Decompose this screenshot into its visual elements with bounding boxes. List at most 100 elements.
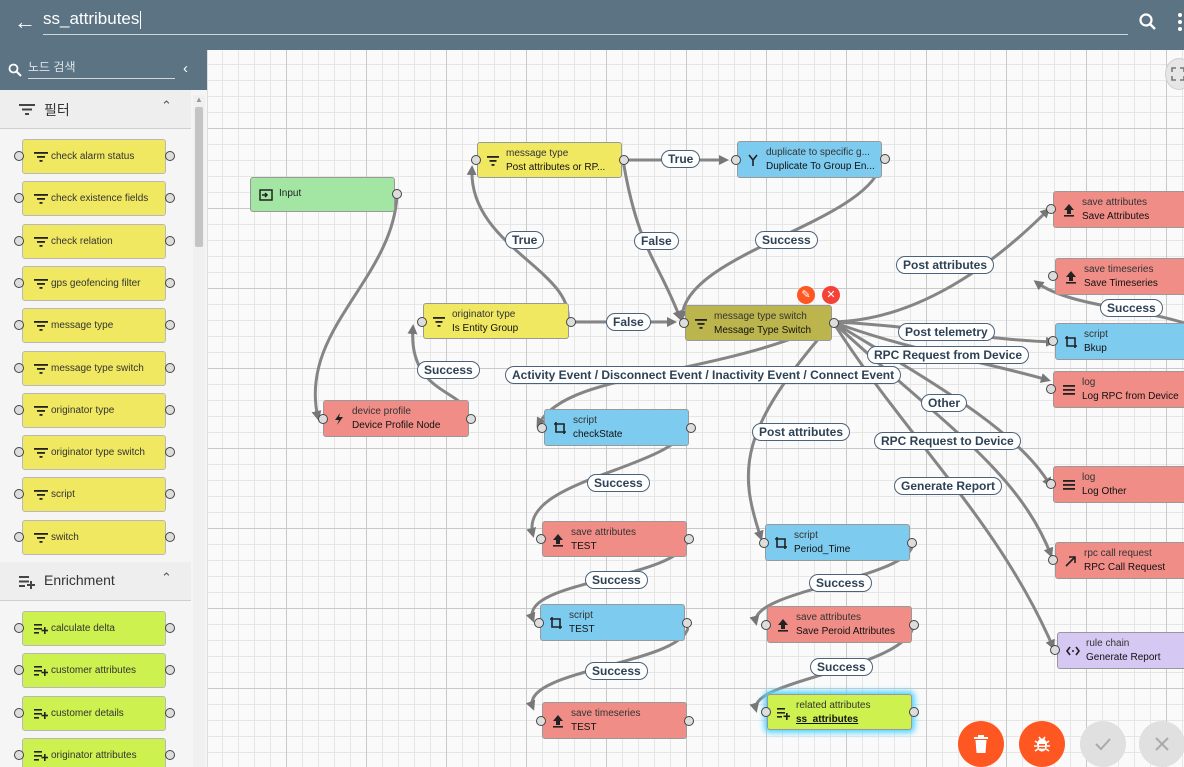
output-port[interactable] bbox=[165, 320, 175, 331]
connection-label[interactable]: Success bbox=[1100, 299, 1163, 317]
output-port[interactable] bbox=[165, 665, 175, 676]
rule-node-save-peroid-attributes[interactable]: save attributes Save Peroid Attributes bbox=[767, 606, 912, 643]
rule-chain-name-input[interactable]: ss_attributes bbox=[43, 8, 1128, 35]
output-port[interactable] bbox=[165, 707, 175, 718]
library-node[interactable]: customer details bbox=[22, 695, 166, 731]
rule-node-originator-type[interactable]: originator type Is Entity Group bbox=[423, 303, 569, 339]
scroll-up-icon[interactable]: ▲ bbox=[195, 95, 203, 104]
input-port[interactable] bbox=[731, 155, 741, 165]
library-node[interactable]: switch bbox=[22, 519, 166, 555]
input-port[interactable] bbox=[759, 538, 769, 548]
input-port[interactable] bbox=[537, 423, 547, 433]
output-port[interactable] bbox=[165, 362, 175, 373]
input-port[interactable] bbox=[1046, 204, 1056, 214]
library-node[interactable]: check relation bbox=[22, 223, 166, 259]
output-port[interactable] bbox=[165, 235, 175, 246]
connection-label[interactable]: Success bbox=[809, 574, 872, 592]
input-port[interactable] bbox=[761, 707, 771, 717]
rule-node-input[interactable]: Input bbox=[250, 177, 395, 212]
output-port[interactable] bbox=[165, 623, 175, 633]
connection-label[interactable]: True bbox=[505, 231, 545, 249]
output-port[interactable] bbox=[165, 489, 175, 500]
connection-label[interactable]: Success bbox=[417, 361, 480, 379]
input-port[interactable] bbox=[1050, 645, 1060, 655]
revert-changes-button[interactable] bbox=[1139, 721, 1184, 767]
input-port[interactable] bbox=[14, 277, 24, 288]
input-port[interactable] bbox=[14, 235, 24, 246]
search-icon[interactable] bbox=[1138, 12, 1158, 32]
rule-node-message-type[interactable]: message type Post attributes or RP... bbox=[477, 142, 622, 178]
connection-label[interactable]: RPC Request from Device bbox=[867, 346, 1030, 364]
edit-node-icon[interactable]: ✎ bbox=[797, 286, 815, 304]
input-port[interactable] bbox=[761, 620, 771, 630]
collapse-sidebar-icon[interactable]: ‹ bbox=[183, 60, 188, 77]
rule-node-save-attributes[interactable]: save attributes Save Attributes bbox=[1053, 191, 1184, 228]
library-node[interactable]: originator type switch bbox=[22, 435, 166, 471]
library-node[interactable]: check existence fields bbox=[22, 181, 166, 217]
output-port[interactable] bbox=[165, 404, 175, 415]
back-arrow-icon[interactable]: ← bbox=[14, 10, 36, 34]
output-port[interactable] bbox=[392, 189, 402, 199]
input-port[interactable] bbox=[417, 317, 427, 327]
chevron-up-icon[interactable]: ⌃ bbox=[161, 98, 172, 114]
output-port[interactable] bbox=[165, 151, 175, 161]
connection-label[interactable]: False bbox=[606, 313, 651, 331]
output-port[interactable] bbox=[686, 423, 696, 433]
rule-node-save-timeseries-test[interactable]: save timeseries TEST bbox=[542, 702, 687, 739]
output-port[interactable] bbox=[165, 447, 175, 458]
input-port[interactable] bbox=[14, 404, 24, 415]
input-port[interactable] bbox=[14, 531, 24, 542]
library-node[interactable]: originator attributes bbox=[22, 737, 166, 767]
output-port[interactable] bbox=[909, 620, 919, 630]
chevron-up-icon[interactable]: ⌃ bbox=[161, 570, 172, 586]
output-port[interactable] bbox=[165, 749, 175, 760]
rule-node-script-test[interactable]: script TEST bbox=[540, 604, 685, 641]
rule-node-script-checkstate[interactable]: script checkState bbox=[544, 409, 689, 446]
connection-label[interactable]: Post attributes bbox=[896, 256, 995, 274]
connection-label[interactable]: Activity Event / Disconnect Event / Inac… bbox=[505, 366, 902, 384]
connection-label[interactable]: Success bbox=[810, 658, 873, 676]
input-port[interactable] bbox=[1046, 479, 1056, 489]
library-node[interactable]: message type bbox=[22, 308, 166, 344]
more-vert-icon[interactable] bbox=[1176, 12, 1184, 32]
output-port[interactable] bbox=[566, 317, 576, 327]
output-port[interactable] bbox=[684, 534, 694, 544]
output-port[interactable] bbox=[909, 707, 919, 717]
output-port[interactable] bbox=[165, 277, 175, 288]
output-port[interactable] bbox=[684, 716, 694, 726]
input-port[interactable] bbox=[1048, 336, 1058, 346]
rule-node-message-type-switch[interactable]: message type switch Message Type Switch bbox=[685, 305, 832, 341]
connection-label[interactable]: Success bbox=[585, 571, 648, 589]
rule-chain-canvas[interactable]: Input message type Post attributes or RP… bbox=[208, 50, 1184, 767]
scrollbar-thumb[interactable] bbox=[195, 107, 203, 247]
library-node[interactable]: check alarm status bbox=[22, 139, 166, 174]
rule-node-related-attributes[interactable]: related attributes ss_attributes bbox=[767, 694, 912, 730]
connection-label[interactable]: Success bbox=[585, 662, 648, 680]
delete-node-icon[interactable]: ✕ bbox=[822, 286, 840, 304]
input-port[interactable] bbox=[679, 318, 689, 328]
rule-node-script-bkup[interactable]: script Bkup bbox=[1055, 323, 1184, 360]
delete-button[interactable] bbox=[958, 721, 1004, 767]
connection-label[interactable]: True bbox=[661, 150, 701, 168]
input-port[interactable] bbox=[1046, 384, 1056, 394]
input-port[interactable] bbox=[536, 534, 546, 544]
rule-node-duplicate[interactable]: duplicate to specific g... Duplicate To … bbox=[737, 141, 882, 178]
debug-button[interactable] bbox=[1019, 721, 1065, 767]
output-port[interactable] bbox=[682, 618, 692, 628]
library-node[interactable]: message type switch bbox=[22, 350, 166, 386]
sidebar-scrollbar[interactable]: ▲ bbox=[193, 95, 205, 767]
input-port[interactable] bbox=[14, 362, 24, 373]
input-port[interactable] bbox=[536, 716, 546, 726]
output-port[interactable] bbox=[466, 414, 476, 424]
rule-node-save-timeseries[interactable]: save timeseries Save Timeseries bbox=[1055, 258, 1184, 295]
connection-label[interactable]: False bbox=[634, 232, 679, 250]
connection-label[interactable]: Generate Report bbox=[894, 477, 1003, 495]
output-port[interactable] bbox=[619, 155, 629, 165]
rule-node-script-period-time[interactable]: script Period_Time bbox=[765, 524, 910, 561]
input-port[interactable] bbox=[1048, 271, 1058, 281]
section-filter-header[interactable]: 필터 ⌃ bbox=[0, 90, 191, 129]
output-port[interactable] bbox=[165, 193, 175, 204]
rule-node-rpc-call-request[interactable]: rpc call request RPC Call Request bbox=[1055, 542, 1184, 579]
input-port[interactable] bbox=[14, 749, 24, 760]
output-port[interactable] bbox=[880, 154, 890, 164]
